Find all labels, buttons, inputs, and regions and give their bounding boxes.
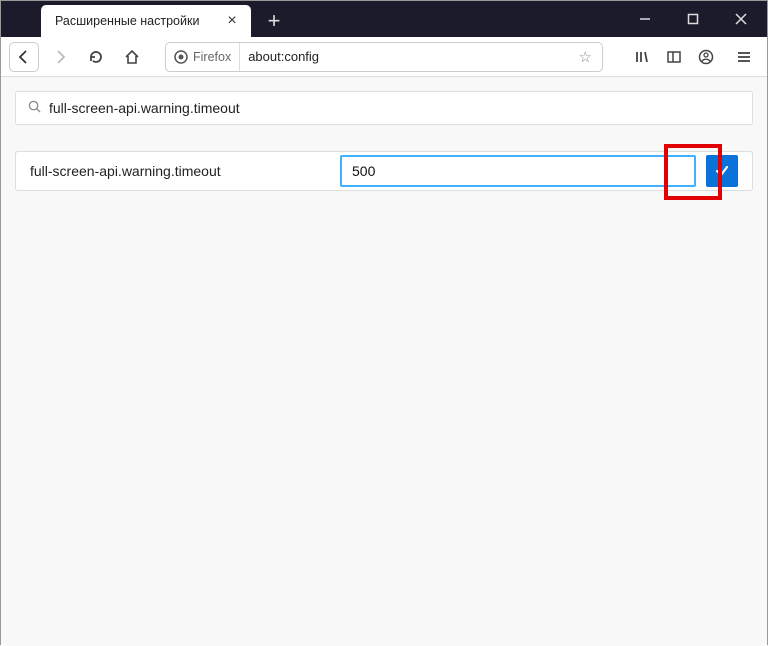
identity-label: Firefox (193, 50, 231, 64)
save-button[interactable] (706, 155, 738, 187)
new-tab-button[interactable]: + (259, 6, 289, 36)
reload-button[interactable] (81, 42, 111, 72)
search-icon (28, 100, 41, 116)
close-window-icon[interactable] (721, 4, 761, 34)
identity-box[interactable]: Firefox (166, 43, 240, 71)
bookmark-star-icon[interactable]: ☆ (569, 48, 602, 66)
url-bar[interactable]: Firefox ☆ (165, 42, 603, 72)
library-icon[interactable] (627, 42, 657, 72)
menu-icon[interactable] (729, 42, 759, 72)
navbar: Firefox ☆ (1, 37, 767, 77)
minimize-icon[interactable] (625, 4, 665, 34)
close-tab-icon[interactable]: × (223, 12, 241, 30)
check-icon (714, 163, 730, 179)
config-search-input[interactable] (49, 100, 740, 116)
config-search-row (15, 91, 753, 125)
window-controls (625, 1, 761, 37)
account-icon[interactable] (691, 42, 721, 72)
firefox-icon (174, 50, 188, 64)
browser-tab[interactable]: Расширенные настройки × (41, 5, 251, 37)
pref-name: full-screen-api.warning.timeout (30, 163, 340, 179)
pref-value-input[interactable] (340, 155, 696, 187)
tab-title: Расширенные настройки (55, 14, 223, 28)
back-button[interactable] (9, 42, 39, 72)
titlebar: Расширенные настройки × + (1, 1, 767, 37)
pref-row: full-screen-api.warning.timeout (15, 151, 753, 191)
url-input[interactable] (240, 49, 568, 64)
forward-button[interactable] (45, 42, 75, 72)
maximize-icon[interactable] (673, 4, 713, 34)
sidebar-icon[interactable] (659, 42, 689, 72)
config-page: full-screen-api.warning.timeout (1, 77, 767, 646)
home-button[interactable] (117, 42, 147, 72)
